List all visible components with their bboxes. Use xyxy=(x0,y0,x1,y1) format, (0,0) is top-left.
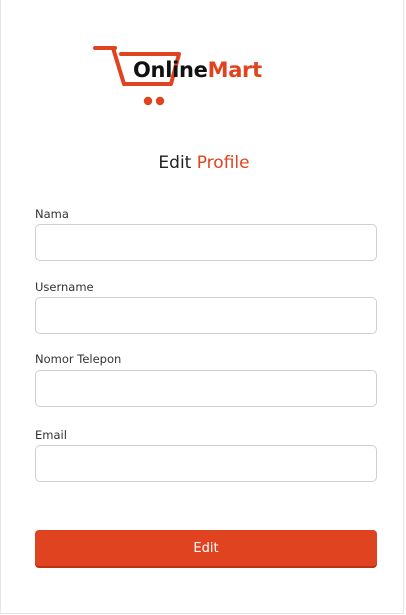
edit-button[interactable]: Edit xyxy=(35,530,377,566)
username-label: Username xyxy=(35,280,94,294)
email-input[interactable] xyxy=(35,445,377,482)
nama-input[interactable] xyxy=(35,224,377,261)
nomor-telepon-input[interactable] xyxy=(35,370,377,407)
username-input[interactable] xyxy=(35,297,377,334)
brand-name-mart: Mart xyxy=(207,58,263,82)
onlinemart-logo: OnlineMart xyxy=(93,44,283,110)
nomor-telepon-label: Nomor Telepon xyxy=(35,352,122,366)
page-title: Edit Profile xyxy=(1,153,406,173)
page-title-profile: Profile xyxy=(196,153,250,173)
brand-name-online: Online xyxy=(133,58,208,82)
email-label: Email xyxy=(35,428,67,442)
page-title-edit: Edit xyxy=(158,153,197,173)
nama-label: Nama xyxy=(35,207,69,221)
brand-name: OnlineMart xyxy=(133,58,262,82)
edit-profile-panel: OnlineMart Edit Profile Nama Username No… xyxy=(0,0,404,614)
